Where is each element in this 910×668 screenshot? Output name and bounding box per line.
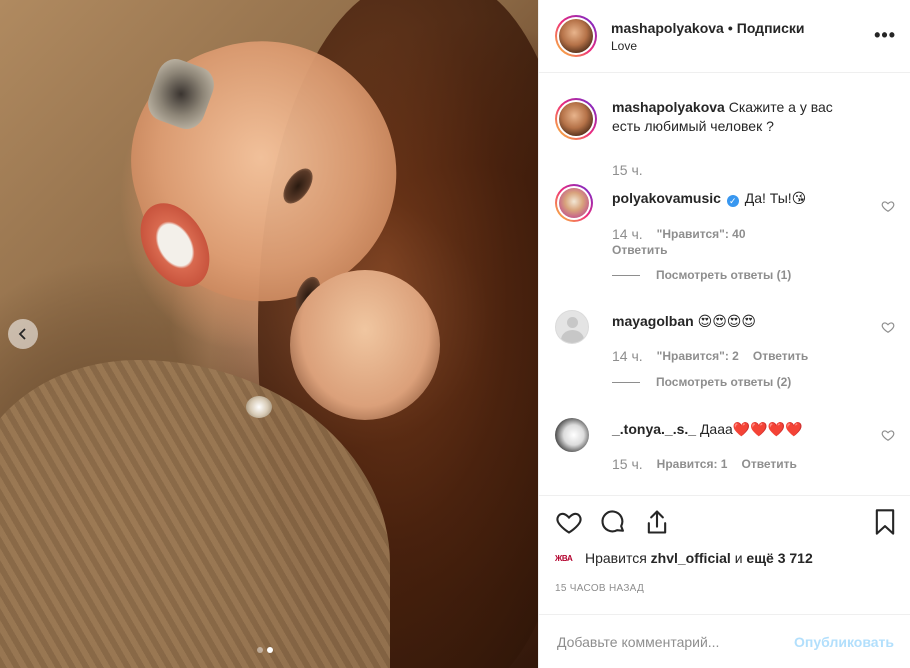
comment-icon[interactable]	[599, 508, 627, 536]
comment-text: 😍😍😍😍	[697, 313, 756, 329]
comment-like-icon[interactable]	[881, 428, 895, 442]
comments-list[interactable]: mashapolyakova Скажите а у вас есть люби…	[539, 74, 910, 494]
caption-time[interactable]: 15 ч.	[612, 162, 643, 178]
comment-reply-button[interactable]: Ответить	[741, 457, 796, 471]
comment-text: Дааа❤️❤️❤️❤️	[699, 421, 803, 437]
liker-username[interactable]: zhvl_official	[651, 550, 731, 566]
more-options-icon[interactable]: •••	[874, 26, 896, 44]
comment-time[interactable]: 15 ч.	[612, 456, 643, 472]
carousel-prev-button[interactable]	[8, 319, 38, 349]
carousel-dots	[257, 647, 273, 653]
likes-count[interactable]: ещё 3 712	[746, 550, 812, 566]
replies-line	[612, 381, 640, 383]
bookmark-icon[interactable]	[871, 508, 899, 536]
comment-avatar[interactable]	[555, 310, 589, 344]
add-comment-bar: Опубликовать	[539, 614, 910, 668]
carousel-dot	[257, 647, 263, 653]
likes-summary[interactable]: ЖВА Нравится zhvl_official и ещё 3 712	[555, 550, 813, 566]
post-modal: mashapolyakova • Подписки Love ••• mashapo…	[0, 0, 910, 668]
comment-like-icon[interactable]	[881, 320, 895, 334]
caption-avatar[interactable]	[555, 98, 597, 140]
comment-username[interactable]: _.tonya._.s._	[612, 421, 696, 437]
post-actions	[555, 508, 895, 540]
comment-likes[interactable]: "Нравится": 40	[657, 227, 746, 241]
view-replies-label: Посмотреть ответы (2)	[656, 375, 792, 389]
caption-username[interactable]: mashapolyakova	[612, 99, 725, 115]
comment-reply-button[interactable]: Ответить	[612, 243, 667, 257]
view-replies-button[interactable]: Посмотреть ответы (2)	[612, 375, 791, 389]
post-header: mashapolyakova • Подписки Love •••	[539, 0, 910, 73]
comment-likes[interactable]: Нравится: 1	[657, 457, 728, 471]
verified-badge-icon: ✓	[726, 195, 739, 207]
comment-input[interactable]	[555, 632, 795, 651]
post-photo	[0, 0, 538, 668]
post-timestamp[interactable]: 15 ЧАСОВ НАЗАД	[555, 583, 644, 594]
comment-time[interactable]: 14 ч.	[612, 348, 643, 364]
comment-avatar[interactable]	[555, 418, 589, 452]
author-avatar[interactable]	[555, 15, 597, 57]
replies-line	[612, 274, 640, 276]
comment-like-icon[interactable]	[881, 199, 895, 213]
following-button[interactable]: Подписки	[737, 20, 805, 36]
photo-ring	[246, 396, 272, 418]
view-replies-button[interactable]: Посмотреть ответы (1)	[612, 268, 791, 282]
likes-middle: и	[734, 550, 743, 566]
post-sidebar: mashapolyakova • Подписки Love ••• mashapo…	[538, 0, 910, 668]
post-location[interactable]: Love	[611, 39, 805, 53]
author-username[interactable]: mashapolyakova	[611, 20, 724, 36]
comment-username[interactable]: polyakovamusic	[612, 190, 721, 206]
chevron-left-icon	[18, 328, 26, 340]
carousel-dot-active	[267, 647, 273, 653]
comment-avatar[interactable]	[555, 184, 593, 222]
comment-reply-button[interactable]: Ответить	[753, 349, 808, 363]
comment-likes[interactable]: "Нравится": 2	[657, 349, 739, 363]
section-divider	[539, 495, 910, 496]
comment-time[interactable]: 14 ч.	[612, 226, 643, 242]
liker-avatar[interactable]: ЖВА	[555, 551, 579, 565]
photo-hand	[290, 270, 440, 420]
post-comment-button[interactable]: Опубликовать	[794, 634, 894, 650]
header-separator: •	[727, 19, 733, 36]
share-icon[interactable]	[643, 508, 671, 536]
comment-text: Да! Ты!😘	[744, 190, 807, 206]
likes-prefix: Нравится	[585, 550, 647, 566]
comment-username[interactable]: mayagolban	[612, 313, 694, 329]
view-replies-label: Посмотреть ответы (1)	[656, 268, 792, 282]
heart-icon[interactable]	[555, 508, 583, 536]
